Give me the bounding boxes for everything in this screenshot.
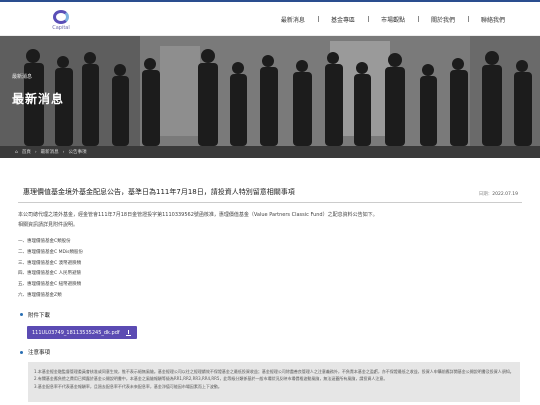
article-paragraph: 相關資訊請詳見附件說明。 (18, 222, 79, 228)
breadcrumb-separator-icon: › (62, 149, 65, 155)
nav-item-contact[interactable]: 聯絡我們 (467, 15, 518, 24)
article-title: 惠理價值基金境外基金配息公告，基準日為111年7月18日，請投資人特別留意相關事… (23, 188, 295, 196)
nav-item-about[interactable]: 關於我們 (417, 15, 468, 24)
article-date: 日期：2022.07.19 (479, 191, 518, 197)
list-item: 五、惠理價值基金C 紐幣避險類 (18, 282, 82, 288)
banner-subtitle: 最新消息 (12, 74, 33, 80)
download-file-button[interactable]: 111UL03749_18113535245_dk.pdf (27, 326, 137, 340)
banner-title: 最新消息 (12, 92, 65, 106)
bullet-icon (20, 313, 23, 317)
note-item: 2.有關基金應負擔之費用已揭露於基金公開說明書中，本基金之風險報酬等級為RR1,… (34, 376, 388, 382)
notes-heading: 注意事項 (18, 348, 522, 356)
home-icon[interactable]: ⌂ (15, 150, 18, 155)
hero-banner: 最新消息 最新消息 (0, 36, 540, 146)
breadcrumb-current: 公告事項 (68, 150, 87, 155)
file-name: 111UL03749_18113535245_dk.pdf (32, 329, 120, 336)
date-value: 2022.07.19 (492, 192, 518, 197)
nav-item-funds[interactable]: 基金專區 (317, 15, 368, 24)
main-content: 惠理價值基金境外基金配息公告，基準日為111年7月18日，請投資人特別留意相關事… (0, 158, 540, 403)
logo-mark-icon (53, 10, 69, 24)
list-item: 三、惠理價值基金C 澳幣避險類 (18, 260, 82, 266)
nav-item-market[interactable]: 市場觀點 (367, 15, 418, 24)
download-icon (125, 329, 132, 336)
list-item: 六、惠理價值基金Z類 (18, 292, 62, 298)
article-header: 惠理價值基金境外基金配息公告，基準日為111年7月18日，請投資人特別留意相關事… (18, 158, 522, 203)
site-header: Capital 最新消息 基金專區 市場觀點 關於我們 聯絡我們 (0, 2, 540, 36)
company-logo[interactable]: Capital (48, 10, 74, 32)
article-paragraph: 本公司總代理之境外基金，經金管會111年7月18日金管證投字第111033956… (18, 212, 378, 218)
list-item: 四、惠理價值基金C 人民幣避險 (18, 271, 82, 277)
breadcrumb-news[interactable]: 最新消息 (41, 149, 59, 155)
logo-text: Capital (52, 25, 70, 31)
nav-item-news[interactable]: 最新消息 (268, 15, 318, 24)
breadcrumb-separator-icon: › (34, 149, 37, 155)
breadcrumb-home[interactable]: 首頁 (22, 149, 31, 155)
business-people-silhouette-image (0, 36, 540, 146)
list-item: 一、惠理價值基金C類股份 (18, 239, 71, 244)
share-class-list: 一、惠理價值基金C類股份 二、惠理價值基金C MDis類股份 三、惠理價值基金C… (18, 237, 522, 302)
breadcrumb: ⌂ 首頁 › 最新消息 › 公告事項 (0, 146, 540, 158)
bullet-icon (20, 350, 23, 354)
attachments-heading: 附件下載 (18, 311, 522, 319)
note-item: 3.基金配息率不代表基金報酬率，且過去配息率不代表未來配息率，基金淨值可能因市場… (34, 383, 222, 389)
attachments-heading-text: 附件下載 (28, 312, 51, 319)
date-label: 日期： (478, 192, 493, 197)
list-item: 二、惠理價值基金C MDis類股份 (18, 249, 84, 255)
notes-box: 1.本基金經金融監督管理委員會核准或同意生效，惟不表示絕無風險。基金經理公司以往… (28, 362, 520, 403)
note-item: 1.本基金經金融監督管理委員會核准或同意生效，惟不表示絕無風險。基金經理公司以往… (34, 369, 514, 375)
main-nav: 最新消息 基金專區 市場觀點 關於我們 聯絡我們 (268, 15, 518, 24)
notes-heading-text: 注意事項 (28, 350, 51, 357)
